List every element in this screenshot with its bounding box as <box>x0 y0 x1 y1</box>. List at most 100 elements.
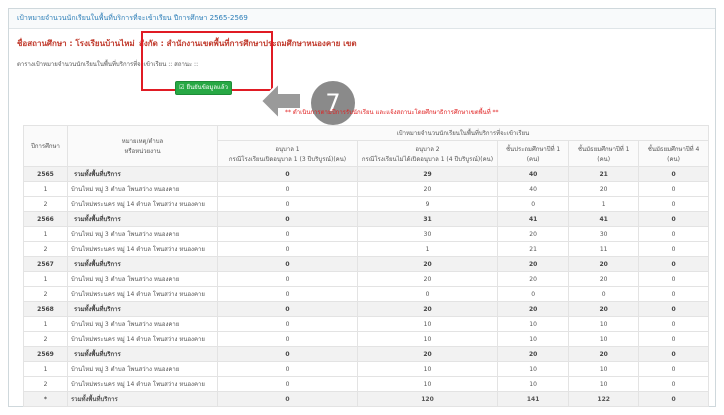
table-cell: บ้านไหม่พระนคร หมู่ 14 ตำบล โพนสว่าง หนอ… <box>67 196 218 212</box>
table-cell: 11 <box>568 241 640 257</box>
table-cell: 2 <box>23 286 68 302</box>
table-cell: 20 <box>357 271 498 287</box>
table-row: 1 บ้านไหม่ หมู่ 3 ตำบล โพนสว่าง หนองคาย 0 1… <box>23 316 709 332</box>
table-cell: 0 <box>638 286 709 302</box>
main-panel: เป้าหมายจำนวนนักเรียนในพื้นที่บริการที่จ… <box>8 8 716 407</box>
table-cell: 0 <box>638 376 709 392</box>
table-cell: 0 <box>217 391 358 407</box>
table-cell: 2566 <box>23 211 68 227</box>
table-cell: 10 <box>496 376 570 392</box>
table-cell: 0 <box>217 301 358 317</box>
table-cell: 2568 <box>23 301 68 317</box>
table-cell: บ้านไหม่พระนคร หมู่ 14 ตำบล โพนสว่าง หนอ… <box>67 331 218 347</box>
table-cell: 0 <box>217 376 358 392</box>
table-row: 2 บ้านไหม่พระนคร หมู่ 14 ตำบล โพนสว่าง หน… <box>23 286 709 302</box>
table-cell: บ้านไหม่ หมู่ 3 ตำบล โพนสว่าง หนองคาย <box>67 226 218 242</box>
table-cell: รวมทั้งพื้นที่บริการ <box>67 211 218 227</box>
table-cell: 141 <box>496 391 570 407</box>
table-row: 2 บ้านไหม่พระนคร หมู่ 14 ตำบล โพนสว่าง หน… <box>23 376 709 392</box>
table-row: 2 บ้านไหม่พระนคร หมู่ 14 ตำบล โพนสว่าง หน… <box>23 331 709 347</box>
table-cell: 20 <box>568 346 640 362</box>
table-cell: 20 <box>496 301 570 317</box>
table-cell: 0 <box>217 271 358 287</box>
table-cell: บ้านไหม่ หมู่ 3 ตำบล โพนสว่าง หนองคาย <box>67 271 218 287</box>
enrollment-target-table: ปีการศึกษา หมายเหตุ/ตำบล หรือหน่วยงาน เป… <box>23 125 709 407</box>
table-cell: 0 <box>217 196 358 212</box>
total-row: * รวมทั้งพื้นที่บริการ 0 120 141 122 0 <box>23 391 709 407</box>
table-cell: 1 <box>23 271 68 287</box>
table-row: 1 บ้านไหม่ หมู่ 3 ตำบล โพนสว่าง หนองคาย 0 2… <box>23 271 709 287</box>
summary-row: 2566 รวมทั้งพื้นที่บริการ 0 31 41 41 0 <box>23 211 709 227</box>
table-cell: 0 <box>217 316 358 332</box>
table-cell: 20 <box>357 256 498 272</box>
table-cell: 10 <box>357 316 498 332</box>
table-cell: 2 <box>23 241 68 257</box>
table-row: 1 บ้านไหม่ หมู่ 3 ตำบล โพนสว่าง หนองคาย 0 3… <box>23 226 709 242</box>
table-cell: 0 <box>217 241 358 257</box>
table-cell: 0 <box>638 391 709 407</box>
table-cell: 2569 <box>23 346 68 362</box>
table-cell: 0 <box>217 181 358 197</box>
table-cell: 0 <box>638 241 709 257</box>
table-cell: 9 <box>357 196 498 212</box>
table-row: 2 บ้านไหม่พระนคร หมู่ 14 ตำบล โพนสว่าง หน… <box>23 196 709 212</box>
table-cell: 20 <box>568 271 640 287</box>
table-cell: บ้านไหม่พระนคร หมู่ 14 ตำบล โพนสว่าง หนอ… <box>67 286 218 302</box>
note-text: ** ดำเนินการตามปีการรับนักเรียน และแจ้งส… <box>285 109 499 116</box>
table-cell: บ้านไหม่พระนคร หมู่ 14 ตำบล โพนสว่าง หนอ… <box>67 376 218 392</box>
table-cell: 10 <box>357 361 498 377</box>
table-cell: 0 <box>568 286 640 302</box>
table-cell: 0 <box>638 226 709 242</box>
table-cell: 10 <box>357 376 498 392</box>
col-header-p1: ชั้นประถมศึกษาปีที่ 1 (คน) <box>496 140 570 167</box>
table-cell: 0 <box>217 226 358 242</box>
table-cell: 10 <box>357 331 498 347</box>
table-cell: 10 <box>496 331 570 347</box>
table-cell: 0 <box>638 301 709 317</box>
table-cell: 2 <box>23 196 68 212</box>
col-header-area: หมายเหตุ/ตำบล หรือหน่วยงาน <box>67 125 218 167</box>
table-cell: 2 <box>23 376 68 392</box>
summary-row: 2568 รวมทั้งพื้นที่บริการ 0 20 20 20 0 <box>23 301 709 317</box>
table-cell: 1 <box>23 181 68 197</box>
table-cell: 40 <box>496 181 570 197</box>
table-cell: 0 <box>638 346 709 362</box>
table-cell: 0 <box>357 286 498 302</box>
table-cell: 20 <box>568 301 640 317</box>
table-cell: 0 <box>638 256 709 272</box>
summary-row: 2565 รวมทั้งพื้นที่บริการ 0 29 40 21 0 <box>23 166 709 182</box>
confirmed-button[interactable]: ☑ ยืนยันข้อมูลแล้ว <box>175 81 232 95</box>
table-cell: 29 <box>357 166 498 182</box>
table-cell: 120 <box>357 391 498 407</box>
check-square-icon: ☑ <box>179 84 185 91</box>
summary-row: 2569 รวมทั้งพื้นที่บริการ 0 20 20 20 0 <box>23 346 709 362</box>
table-row: 1 บ้านไหม่ หมู่ 3 ตำบล โพนสว่าง หนองคาย 0 2… <box>23 181 709 197</box>
table-cell: รวมทั้งพื้นที่บริการ <box>67 346 218 362</box>
table-cell: 10 <box>568 331 640 347</box>
table-cell: 2565 <box>23 166 68 182</box>
table-cell: 0 <box>217 256 358 272</box>
table-cell: 1 <box>357 241 498 257</box>
table-cell: 20 <box>496 256 570 272</box>
table-cell: 20 <box>496 226 570 242</box>
info-section: ชื่อสถานศึกษา : โรงเรียนบ้านไหม่ สังกัด … <box>9 29 715 125</box>
table-cell: 0 <box>638 271 709 287</box>
step-number-badge: 7 <box>311 81 355 125</box>
table-cell: 122 <box>568 391 640 407</box>
table-cell: 20 <box>357 346 498 362</box>
table-cell: 0 <box>217 211 358 227</box>
table-cell: 0 <box>638 361 709 377</box>
table-cell: 0 <box>638 316 709 332</box>
table-cell: 0 <box>638 196 709 212</box>
table-cell: 0 <box>217 166 358 182</box>
table-cell: 0 <box>217 361 358 377</box>
table-row: 2 บ้านไหม่พระนคร หมู่ 14 ตำบล โพนสว่าง หน… <box>23 241 709 257</box>
table-cell: 20 <box>568 181 640 197</box>
table-cell: * <box>23 391 68 407</box>
school-name-label: ชื่อสถานศึกษา : โรงเรียนบ้านไหม่ <box>17 39 135 48</box>
table-cell: 30 <box>357 226 498 242</box>
table-cell: 0 <box>638 211 709 227</box>
table-cell: 10 <box>568 376 640 392</box>
table-cell: รวมทั้งพื้นที่บริการ <box>67 166 218 182</box>
table-cell: 0 <box>638 181 709 197</box>
